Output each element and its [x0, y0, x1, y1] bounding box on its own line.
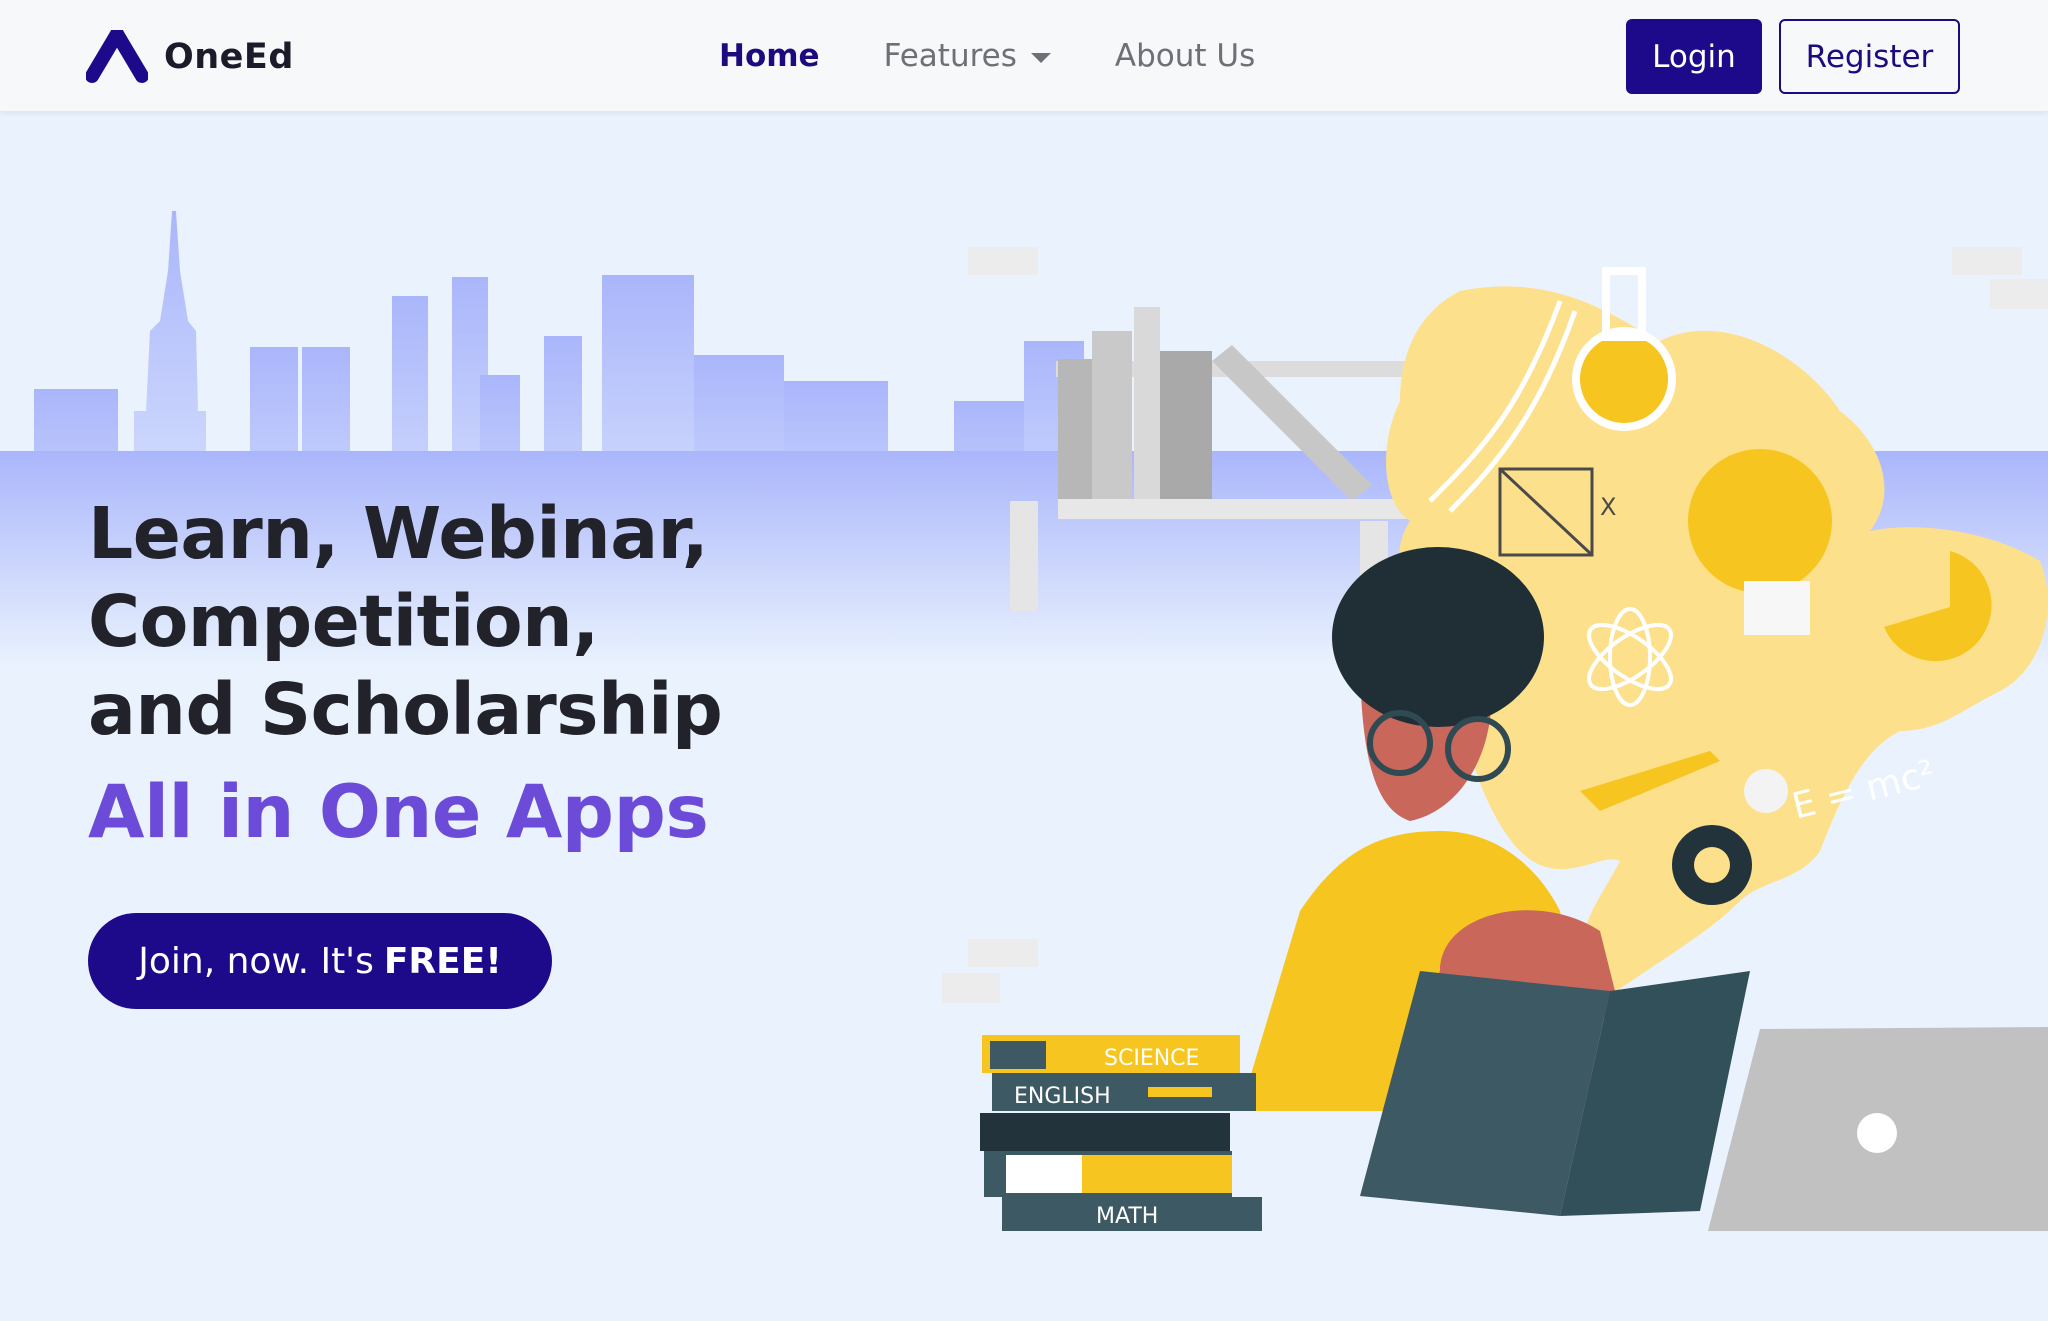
cta-strong: FREE!	[383, 940, 502, 982]
hero-headline-line2: and Scholarship	[88, 668, 723, 751]
book-label-science: SCIENCE	[1104, 1046, 1199, 1071]
join-free-button[interactable]: Join, now. It's FREE!	[88, 913, 552, 1009]
oneed-logo-icon	[86, 30, 148, 83]
hero-headline-line1: Learn, Webinar, Competition,	[88, 492, 709, 663]
open-book-icon	[1360, 971, 1750, 1216]
nav-about-link[interactable]: About Us	[1115, 38, 1255, 74]
register-button[interactable]: Register	[1779, 19, 1960, 94]
math-mark-text: X	[1600, 493, 1616, 521]
hero-section: Learn, Webinar, Competition, and Scholar…	[88, 490, 1188, 1009]
book-label-math: MATH	[1096, 1204, 1158, 1229]
login-button[interactable]: Login	[1626, 19, 1762, 94]
nav-features-dropdown[interactable]: Features	[884, 38, 1051, 74]
hero-tagline: All in One Apps	[88, 770, 709, 855]
book-label-english: ENGLISH	[1014, 1084, 1111, 1109]
brand-name: OneEd	[164, 37, 294, 77]
laptop-icon	[1708, 1027, 2048, 1231]
hero-headline: Learn, Webinar, Competition, and Scholar…	[88, 490, 1188, 754]
nav-features-label: Features	[883, 37, 1017, 74]
cta-prefix: Join, now. It's	[138, 940, 374, 982]
navbar: OneEd Home Features About Us Login Regis…	[0, 0, 2048, 111]
nav-home-link[interactable]: Home	[719, 38, 820, 74]
nav-links: Home Features About Us	[719, 0, 1255, 111]
chevron-down-icon	[1030, 52, 1051, 63]
book-stack-icon: SCIENCE ENGLISH MATH	[980, 1035, 1262, 1231]
brand[interactable]: OneEd	[86, 30, 294, 84]
